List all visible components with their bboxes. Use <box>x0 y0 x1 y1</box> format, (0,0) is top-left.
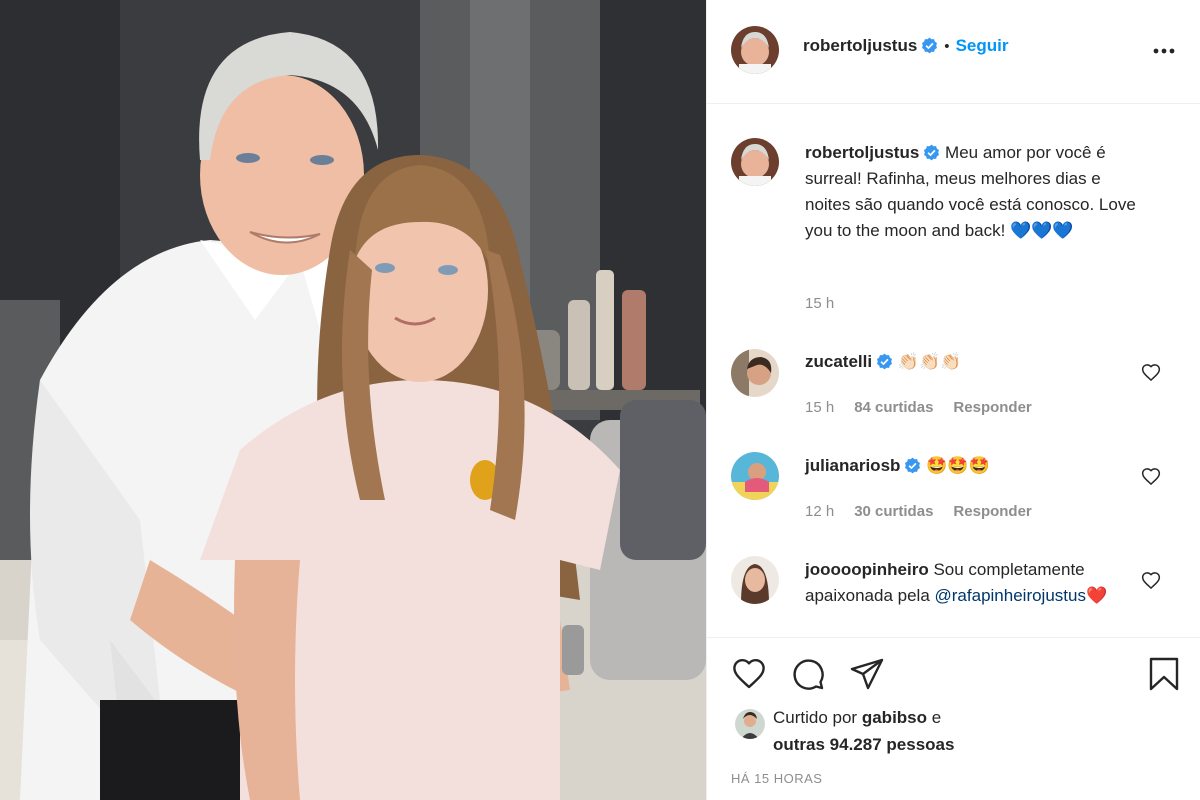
verified-badge-icon <box>922 37 938 54</box>
verified-badge-icon <box>905 457 921 474</box>
comment-icon[interactable] <box>790 656 826 692</box>
comment-likes[interactable]: 84 curtidas <box>854 399 933 416</box>
heart-icon[interactable] <box>731 656 767 692</box>
comment-text-block: jooooopinheiro Sou completamente apaixon… <box>805 557 1143 609</box>
post-header: robertoljustus • Seguir <box>707 0 1200 104</box>
comment-mention[interactable]: @rafapinheirojustus <box>935 586 1086 605</box>
post-photo[interactable] <box>0 0 706 800</box>
liked-by-others[interactable]: outras 94.287 pessoas <box>773 735 954 754</box>
caption-author-avatar[interactable] <box>731 138 779 186</box>
commenter-avatar[interactable] <box>731 349 779 397</box>
caption-meta: 15 h <box>805 295 854 312</box>
follow-button[interactable]: Seguir <box>956 36 1009 55</box>
commenter-avatar[interactable] <box>731 452 779 500</box>
commenter-avatar[interactable] <box>731 556 779 604</box>
comment-username[interactable]: julianariosb <box>805 456 900 475</box>
photo-illustration <box>0 0 706 800</box>
author-avatar[interactable] <box>731 26 779 74</box>
post-timestamp[interactable]: HÁ 15 HORAS <box>731 771 822 786</box>
comment-time[interactable]: 15 h <box>805 399 834 416</box>
post-header-line: robertoljustus • Seguir <box>803 36 1008 56</box>
post-side-panel: robertoljustus • Seguir robertoljustus Meu… <box>706 0 1200 800</box>
liker-avatar[interactable] <box>735 709 765 739</box>
comment-text-block: julianariosb 🤩🤩🤩 <box>805 453 1143 479</box>
liked-by-text: Curtido por gabibso e outras 94.287 pess… <box>773 704 954 758</box>
comment-username[interactable]: zucatelli <box>805 352 872 371</box>
more-options-icon[interactable] <box>1151 38 1177 64</box>
comment-likes[interactable]: 30 curtidas <box>854 503 933 520</box>
comment-text: 🤩🤩🤩 <box>926 456 990 475</box>
caption-text-block: robertoljustus Meu amor por você é surre… <box>805 140 1143 244</box>
comment-time[interactable]: 12 h <box>805 503 834 520</box>
separator-dot: • <box>944 38 950 55</box>
comment-username[interactable]: jooooopinheiro <box>805 560 929 579</box>
liked-by-joiner: e <box>931 708 942 727</box>
bookmark-icon[interactable] <box>1146 656 1182 692</box>
liked-by-prefix: Curtido por <box>773 708 858 727</box>
comment-like-heart-icon[interactable] <box>1141 571 1161 591</box>
comment-meta: 15 h 84 curtidas Responder <box>805 399 1052 416</box>
comments-section[interactable]: robertoljustus Meu amor por você é surre… <box>707 105 1200 637</box>
comment-like-heart-icon[interactable] <box>1141 467 1161 487</box>
verified-badge-icon <box>877 353 893 370</box>
comment-meta: 12 h 30 curtidas Responder <box>805 503 1052 520</box>
caption-username[interactable]: robertoljustus <box>805 143 919 162</box>
share-icon[interactable] <box>849 656 885 692</box>
reply-button[interactable]: Responder <box>953 503 1031 520</box>
comment-like-heart-icon[interactable] <box>1141 363 1161 383</box>
comment-text-block: zucatelli 👏🏻👏🏻👏🏻 <box>805 349 1143 375</box>
comment-emoji: ❤️ <box>1085 586 1108 605</box>
reply-button[interactable]: Responder <box>953 399 1031 416</box>
liked-by-user[interactable]: gabibso <box>862 708 927 727</box>
author-username[interactable]: robertoljustus <box>803 36 917 55</box>
verified-badge-icon <box>924 144 940 161</box>
post-actions: Curtido por gabibso e outras 94.287 pess… <box>707 637 1200 800</box>
caption-time[interactable]: 15 h <box>805 295 834 312</box>
comment-text: 👏🏻👏🏻👏🏻 <box>897 352 962 371</box>
